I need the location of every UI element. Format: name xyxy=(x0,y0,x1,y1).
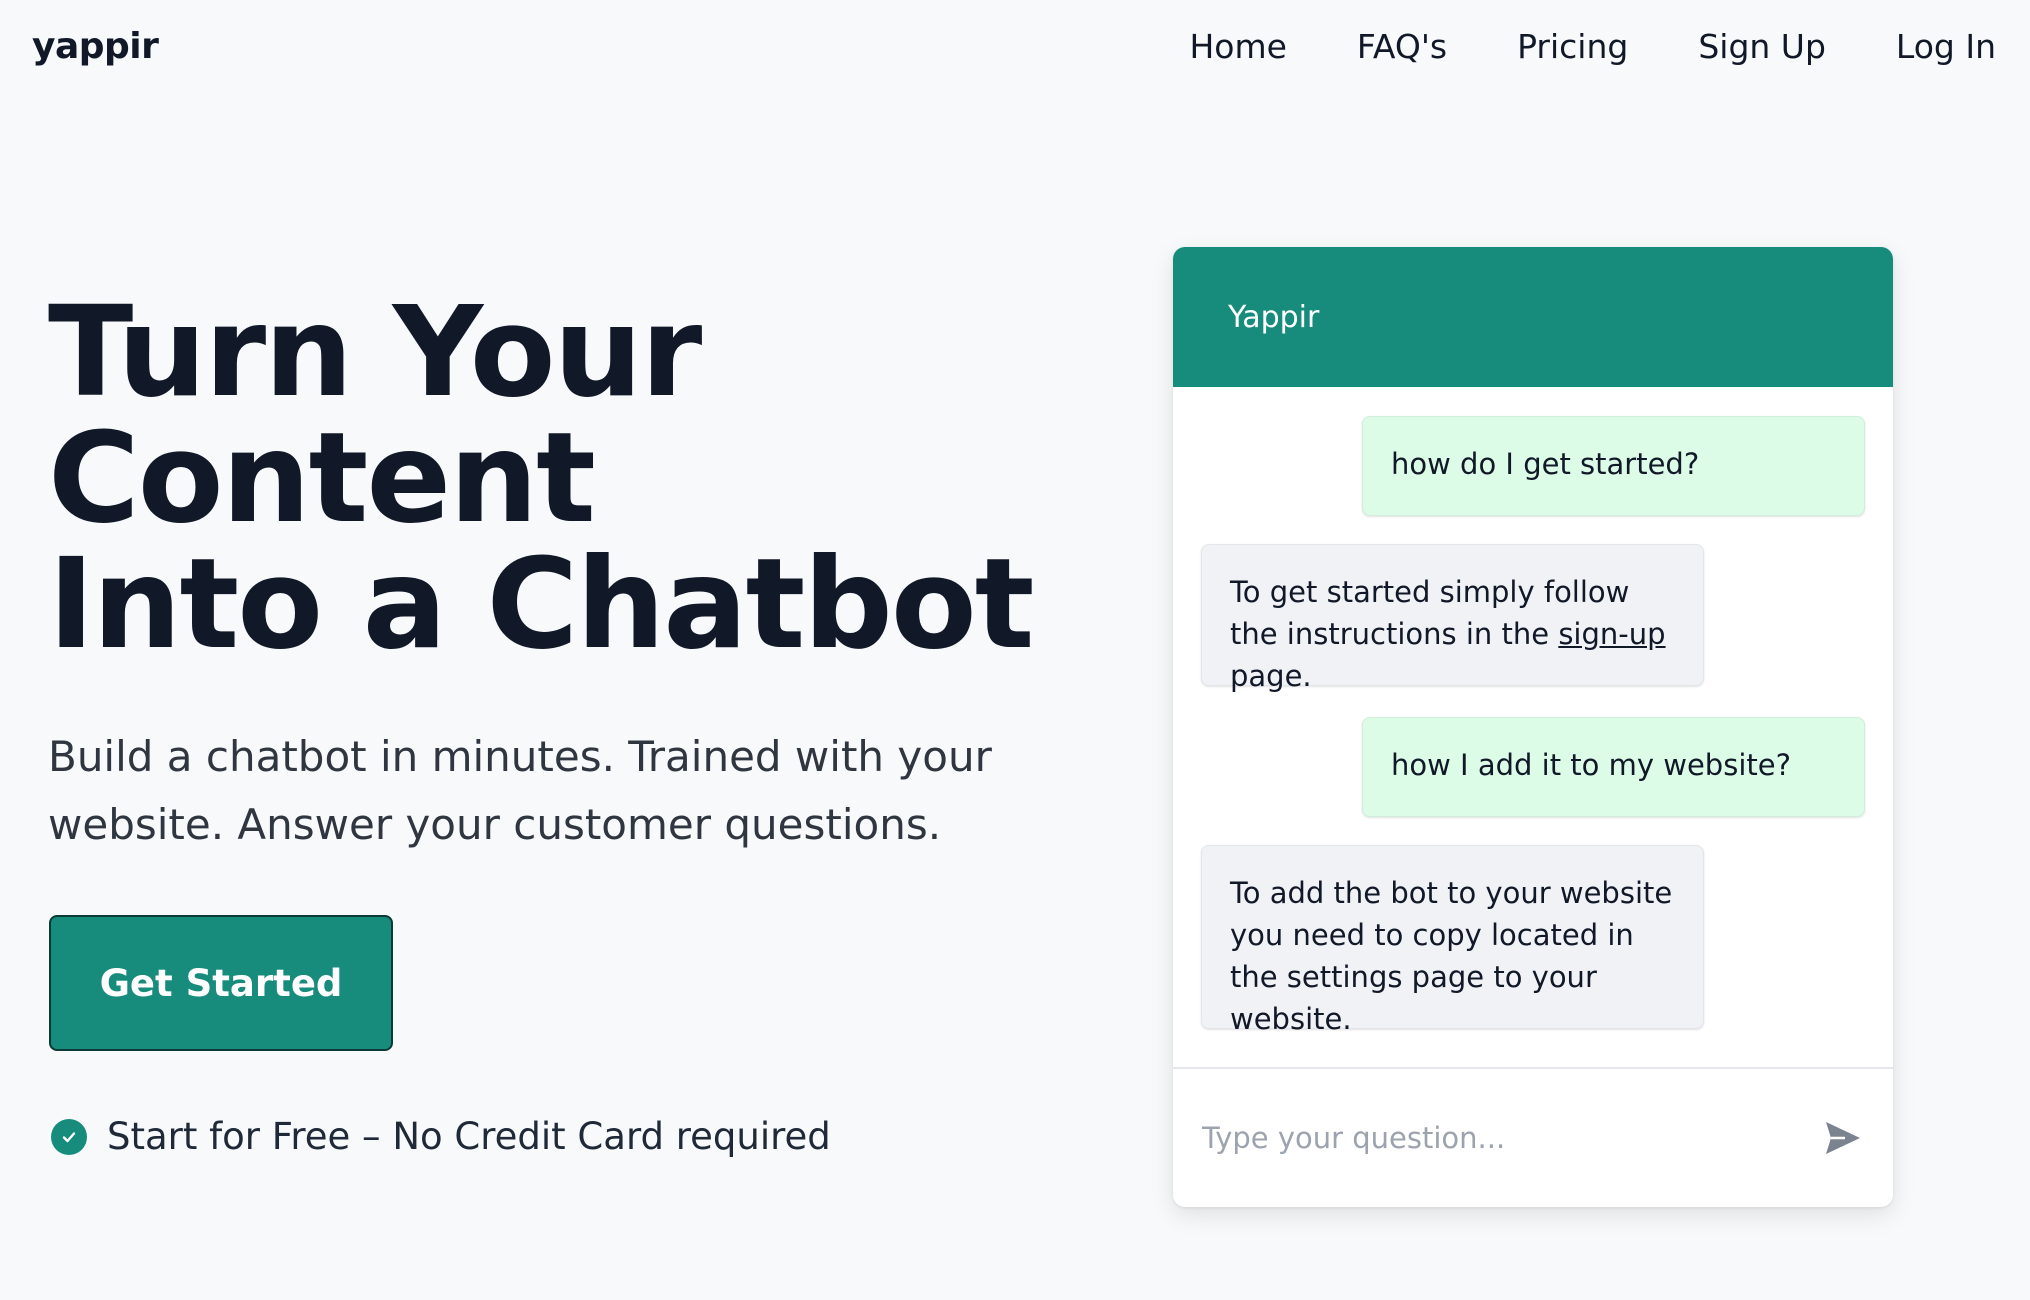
hero-title-line: Content xyxy=(48,406,596,551)
check-circle-icon xyxy=(51,1118,87,1155)
bot-message-text: page. xyxy=(1230,659,1312,693)
hero-title: Turn Your Content Into a Chatbot xyxy=(48,290,1128,668)
chat-title: Yappir xyxy=(1228,299,1320,335)
free-trial-note: Start for Free – No Credit Card required xyxy=(51,1115,831,1158)
question-input[interactable] xyxy=(1200,1120,1764,1156)
chat-header: Yappir xyxy=(1173,247,1893,387)
nav-log-in[interactable]: Log In xyxy=(1896,27,1996,66)
nav-faqs[interactable]: FAQ's xyxy=(1357,27,1447,66)
nav-sign-up[interactable]: Sign Up xyxy=(1698,27,1826,66)
get-started-button[interactable]: Get Started xyxy=(49,915,393,1051)
top-nav: Home FAQ's Pricing Sign Up Log In xyxy=(1119,27,1996,66)
hero-subtitle: Build a chatbot in minutes. Trained with… xyxy=(48,732,992,849)
bot-message: To get started simply follow the instruc… xyxy=(1201,544,1704,693)
chat-input-bar xyxy=(1173,1067,1893,1207)
nav-pricing[interactable]: Pricing xyxy=(1517,27,1628,66)
nav-home[interactable]: Home xyxy=(1189,27,1286,66)
chat-messages: how do I get started? To get started sim… xyxy=(1173,387,1893,1067)
send-button[interactable] xyxy=(1821,1117,1865,1161)
user-message: how I add it to my website? xyxy=(1362,717,1865,817)
chat-widget: Yappir how do I get started? To get star… xyxy=(1173,247,1893,1207)
sign-up-link[interactable]: sign-up xyxy=(1558,617,1665,651)
hero-title-line: Into a Chatbot xyxy=(48,532,1034,677)
bot-message: To add the bot to your website you need … xyxy=(1201,845,1704,1036)
user-message: how do I get started? xyxy=(1362,416,1865,516)
free-trial-text: Start for Free – No Credit Card required xyxy=(107,1115,831,1158)
hero-title-line: Turn Your xyxy=(48,280,702,425)
brand-logo[interactable]: yappir xyxy=(32,26,159,67)
send-icon xyxy=(1826,1121,1860,1154)
